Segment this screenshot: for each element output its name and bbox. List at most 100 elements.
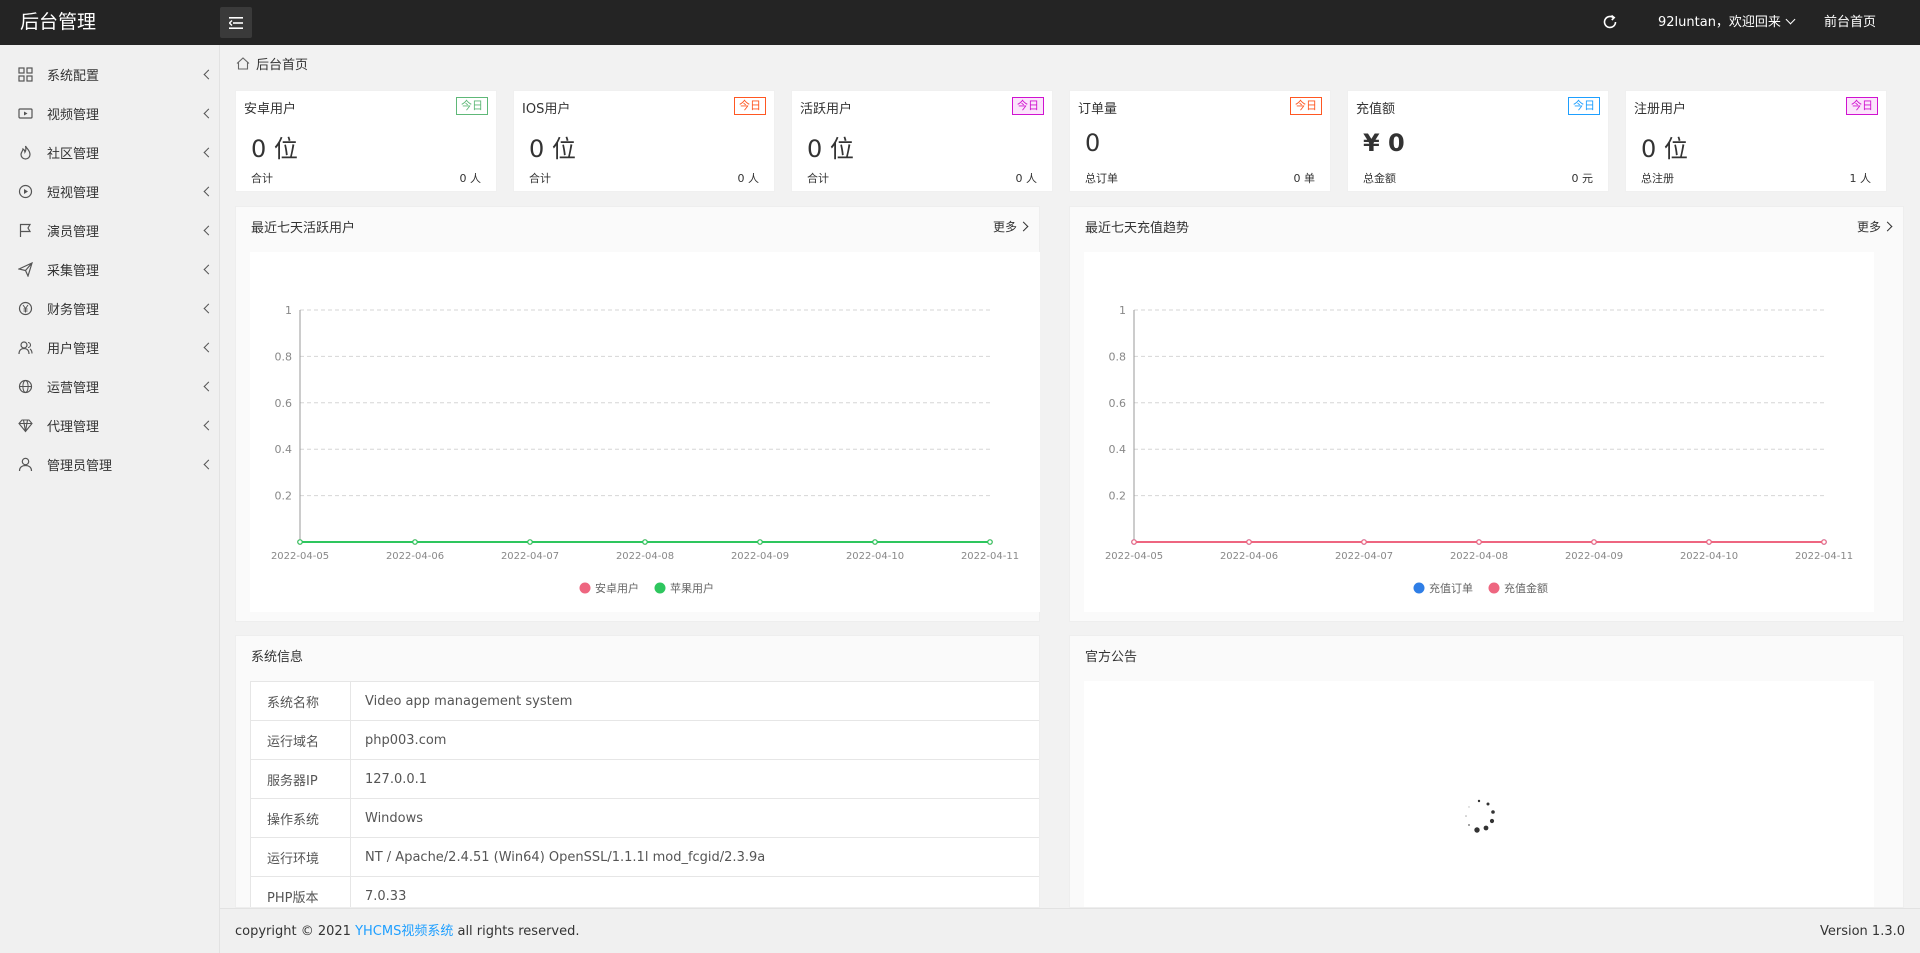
stat-value: 0 位 bbox=[1641, 135, 1688, 163]
footer: copyright © 2021 YHCMS视频系统 all rights re… bbox=[220, 908, 1920, 953]
y-tick-label: 0.2 bbox=[275, 490, 293, 503]
menu-fold-icon bbox=[229, 16, 243, 29]
stat-foot-value: 0 人 bbox=[459, 172, 482, 185]
chevron-left-icon bbox=[203, 108, 214, 119]
table-row: 操作系统 Windows bbox=[250, 798, 1039, 838]
chevron-left-icon bbox=[203, 186, 214, 197]
stat-card-android: 安卓用户 今日 0 位 合计 0 人 bbox=[235, 90, 497, 192]
data-point bbox=[1246, 539, 1252, 545]
today-badge: 今日 bbox=[1290, 97, 1322, 115]
users-icon bbox=[18, 341, 33, 355]
data-point bbox=[1591, 539, 1597, 545]
data-point bbox=[642, 539, 648, 545]
info-key: PHP版本 bbox=[250, 876, 351, 907]
breadcrumb: 后台首页 bbox=[236, 53, 308, 73]
panel-title: 最近七天活跃用户 bbox=[251, 221, 356, 236]
x-tick-label: 2022-04-08 bbox=[616, 551, 674, 562]
sidebar-item-users[interactable]: 用户管理 bbox=[0, 328, 220, 367]
x-tick-label: 2022-04-05 bbox=[1105, 551, 1163, 562]
info-value: 7.0.33 bbox=[350, 876, 1039, 907]
panel-title: 最近七天充值趋势 bbox=[1085, 221, 1190, 236]
today-badge: 今日 bbox=[1846, 97, 1878, 115]
active-users-panel: 最近七天活跃用户 更多 1 0.8 0.6 0.4 0.2 2022-04-05 2022-… bbox=[235, 206, 1040, 622]
more-link[interactable]: 更多 bbox=[993, 218, 1029, 235]
sidebar: 系统配置 视频管理 社区管理 短视管理 演员管理 采集管理 财务管理 用户管理 bbox=[0, 45, 220, 953]
globe-icon bbox=[18, 379, 33, 394]
sidebar-item-agents[interactable]: 代理管理 bbox=[0, 406, 220, 445]
sidebar-item-short-video[interactable]: 短视管理 bbox=[0, 172, 220, 211]
legend-label: 充值金额 bbox=[1504, 581, 1548, 595]
stat-title: 充值额 bbox=[1356, 102, 1396, 117]
recharge-trend-chart: 1 0.8 0.6 0.4 0.2 2022-04-05 2022-04-06 2022-04… bbox=[1105, 304, 1853, 595]
sidebar-item-finance[interactable]: 财务管理 bbox=[0, 289, 220, 328]
breadcrumb-home[interactable]: 后台首页 bbox=[256, 54, 308, 73]
sidebar-item-label: 管理员管理 bbox=[47, 459, 113, 474]
stat-value: ¥ 0 bbox=[1363, 129, 1405, 157]
x-tick-label: 2022-04-10 bbox=[1680, 551, 1738, 562]
legend-swatch bbox=[1488, 582, 1500, 594]
sidebar-item-label: 财务管理 bbox=[47, 303, 100, 318]
version-label: Version 1.3.0 bbox=[1819, 924, 1905, 939]
stat-foot-label: 总金额 bbox=[1363, 172, 1396, 185]
front-home-link[interactable]: 前台首页 bbox=[1824, 0, 1876, 45]
chevron-left-icon bbox=[203, 459, 214, 470]
info-key: 系统名称 bbox=[250, 681, 351, 721]
user-menu[interactable]: 92luntan，欢迎回来 bbox=[1658, 0, 1796, 45]
stat-foot-value: 0 人 bbox=[737, 172, 760, 185]
chevron-left-icon bbox=[203, 147, 214, 158]
panel-title: 官方公告 bbox=[1085, 650, 1138, 665]
data-point bbox=[297, 539, 303, 545]
x-tick-label: 2022-04-11 bbox=[1795, 551, 1853, 562]
user-greeting: 92luntan，欢迎回来 bbox=[1658, 15, 1781, 30]
info-key: 操作系统 bbox=[250, 798, 351, 838]
sidebar-item-system-config[interactable]: 系统配置 bbox=[0, 55, 220, 94]
y-tick-label: 1 bbox=[1119, 304, 1126, 317]
yhcms-link[interactable]: YHCMS视频系统 bbox=[355, 924, 453, 939]
table-row: PHP版本 7.0.33 bbox=[250, 876, 1039, 907]
x-tick-label: 2022-04-09 bbox=[1565, 551, 1623, 562]
sidebar-item-actors[interactable]: 演员管理 bbox=[0, 211, 220, 250]
table-row: 运行域名 php003.com bbox=[250, 720, 1039, 760]
table-row: 服务器IP 127.0.0.1 bbox=[250, 759, 1039, 799]
more-link[interactable]: 更多 bbox=[1856, 218, 1893, 235]
legend-swatch bbox=[654, 582, 666, 594]
chevron-left-icon bbox=[203, 264, 214, 275]
x-tick-label: 2022-04-07 bbox=[501, 551, 559, 562]
sidebar-item-admins[interactable]: 管理员管理 bbox=[0, 445, 220, 484]
y-tick-label: 1 bbox=[285, 304, 292, 317]
table-row: 运行环境 NT / Apache/2.4.51 (Win64) OpenSSL/1… bbox=[250, 837, 1039, 877]
stat-value: 0 位 bbox=[807, 135, 854, 163]
chevron-left-icon bbox=[203, 69, 214, 80]
info-key: 运行环境 bbox=[250, 837, 351, 877]
x-tick-label: 2022-04-07 bbox=[1335, 551, 1393, 562]
chevron-left-icon bbox=[203, 225, 214, 236]
sidebar-item-operations[interactable]: 运营管理 bbox=[0, 367, 220, 406]
stat-card-active: 活跃用户 今日 0 位 合计 0 人 bbox=[791, 90, 1053, 192]
sidebar-item-label: 代理管理 bbox=[47, 420, 100, 435]
data-point bbox=[872, 539, 878, 545]
refresh-icon[interactable] bbox=[1600, 12, 1620, 32]
y-tick-label: 0.4 bbox=[275, 443, 293, 456]
stat-title: 安卓用户 bbox=[244, 102, 297, 117]
stat-foot-label: 合计 bbox=[807, 172, 829, 185]
sidebar-item-community[interactable]: 社区管理 bbox=[0, 133, 220, 172]
legend-swatch bbox=[579, 582, 591, 594]
data-point bbox=[1821, 539, 1827, 545]
more-label: 更多 bbox=[1856, 220, 1881, 234]
yen-icon bbox=[18, 301, 33, 316]
sidebar-item-video[interactable]: 视频管理 bbox=[0, 94, 220, 133]
sidebar-item-label: 视频管理 bbox=[47, 108, 100, 123]
active-users-chart-area: 1 0.8 0.6 0.4 0.2 2022-04-05 2022-04-06 2022-04… bbox=[250, 252, 1040, 612]
sidebar-item-label: 社区管理 bbox=[47, 147, 100, 162]
sidebar-toggle-button[interactable] bbox=[220, 7, 252, 38]
table-row: 系统名称 Video app management system bbox=[250, 681, 1039, 721]
y-tick-label: 0.2 bbox=[1109, 490, 1127, 503]
data-point bbox=[1361, 539, 1367, 545]
stat-foot-label: 合计 bbox=[251, 172, 273, 185]
sidebar-item-collect[interactable]: 采集管理 bbox=[0, 250, 220, 289]
y-tick-label: 0.4 bbox=[1109, 443, 1127, 456]
info-key: 运行域名 bbox=[250, 720, 351, 760]
chevron-down-icon bbox=[1785, 14, 1796, 25]
info-key: 服务器IP bbox=[250, 759, 351, 799]
chevron-left-icon bbox=[203, 342, 214, 353]
